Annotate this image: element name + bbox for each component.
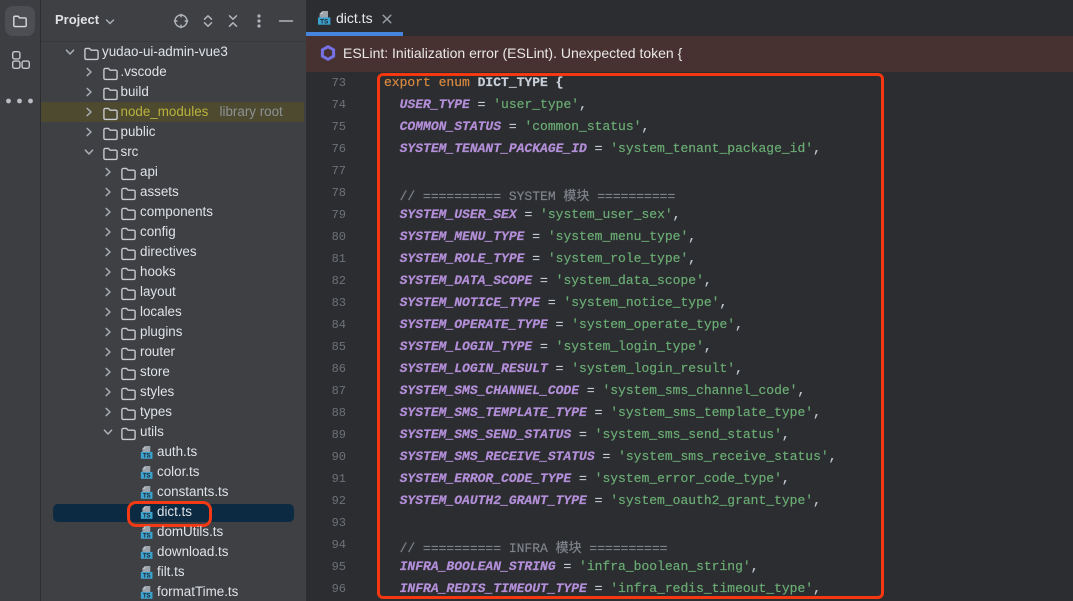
svg-text:TS: TS bbox=[142, 533, 150, 539]
svg-text:TS: TS bbox=[142, 453, 150, 459]
svg-text:TS: TS bbox=[142, 593, 150, 599]
svg-text:TS: TS bbox=[142, 553, 150, 559]
svg-text:TS: TS bbox=[142, 493, 150, 499]
svg-text:TS: TS bbox=[142, 473, 150, 479]
svg-text:TS: TS bbox=[142, 573, 150, 579]
svg-text:TS: TS bbox=[320, 18, 329, 25]
